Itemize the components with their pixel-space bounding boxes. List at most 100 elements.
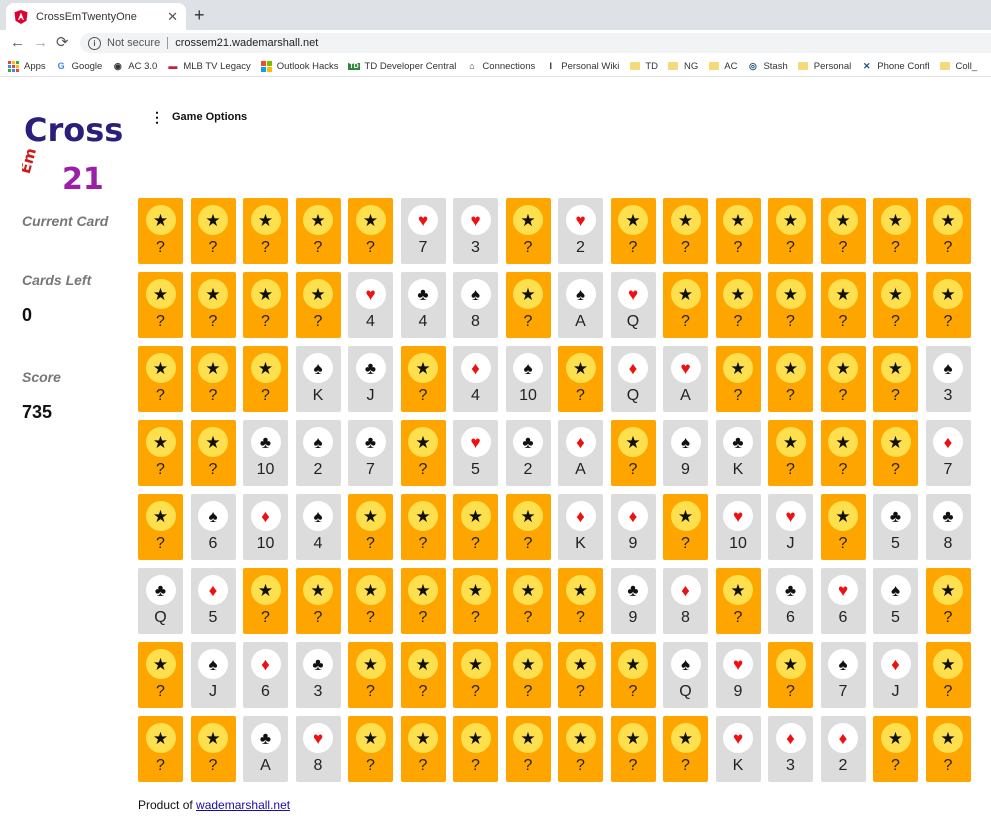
bookmark-item[interactable]: ▬ MLB TV Legacy [167, 61, 250, 72]
hidden-card[interactable]: ★? [453, 716, 498, 782]
hidden-card[interactable]: ★? [138, 346, 183, 412]
hidden-card[interactable]: ★? [138, 642, 183, 708]
revealed-card[interactable]: ♣ 7 [348, 420, 393, 486]
hidden-card[interactable]: ★? [873, 272, 918, 338]
hidden-card[interactable]: ★? [610, 716, 656, 782]
revealed-card[interactable]: ♥ 6 [820, 568, 866, 634]
revealed-card[interactable]: ♥ 8 [295, 716, 341, 782]
hidden-card[interactable]: ★? [820, 272, 866, 338]
revealed-card[interactable]: ♠ Q [663, 642, 708, 708]
hidden-card[interactable]: ★? [610, 642, 656, 708]
revealed-card[interactable]: ♦ A [558, 420, 603, 486]
revealed-card[interactable]: ♦ 3 [768, 716, 813, 782]
hidden-card[interactable]: ★? [768, 198, 813, 264]
bookmark-item[interactable]: NG [668, 61, 698, 72]
hidden-card[interactable]: ★? [715, 272, 761, 338]
bookmark-item[interactable]: ✕ Phone Confl [861, 61, 930, 72]
revealed-card[interactable]: ♣ 9 [610, 568, 656, 634]
revealed-card[interactable]: ♥ A [663, 346, 708, 412]
bookmark-item[interactable]: Coll_ [940, 61, 977, 72]
bookmark-item[interactable]: TD [629, 61, 658, 72]
revealed-card[interactable]: ♦ 9 [610, 494, 656, 560]
bookmark-item[interactable]: Personal [798, 61, 851, 72]
browser-tab[interactable]: CrossEmTwentyOne ✕ [6, 3, 186, 30]
hidden-card[interactable]: ★? [820, 494, 866, 560]
hidden-card[interactable]: ★? [295, 198, 341, 264]
revealed-card[interactable]: ♥ 7 [400, 198, 446, 264]
hidden-card[interactable]: ★? [715, 568, 761, 634]
revealed-card[interactable]: ♦ 10 [243, 494, 288, 560]
close-tab-icon[interactable]: ✕ [167, 9, 178, 25]
hidden-card[interactable]: ★? [400, 568, 446, 634]
hidden-card[interactable]: ★? [138, 272, 183, 338]
hidden-card[interactable]: ★? [768, 272, 813, 338]
hidden-card[interactable]: ★? [348, 198, 393, 264]
hidden-card[interactable]: ★? [820, 346, 866, 412]
bookmark-item[interactable]: AC [708, 61, 737, 72]
hidden-card[interactable]: ★? [663, 716, 708, 782]
hidden-card[interactable]: ★? [505, 198, 551, 264]
hidden-card[interactable]: ★? [400, 494, 446, 560]
revealed-card[interactable]: ♠ 2 [295, 420, 341, 486]
game-options-menu[interactable]: ⋮ Game Options [150, 110, 247, 124]
hidden-card[interactable]: ★? [558, 642, 603, 708]
bookmark-item[interactable]: I Personal Wiki [545, 61, 619, 72]
hidden-card[interactable]: ★? [768, 346, 813, 412]
hidden-card[interactable]: ★? [925, 198, 971, 264]
hidden-card[interactable]: ★? [505, 272, 551, 338]
revealed-card[interactable]: ♦ 4 [453, 346, 498, 412]
bookmark-item[interactable]: TD TD Developer Central [348, 61, 456, 72]
revealed-card[interactable]: ♣ 4 [400, 272, 446, 338]
hidden-card[interactable]: ★? [925, 272, 971, 338]
revealed-card[interactable]: ♣ J [348, 346, 393, 412]
revealed-card[interactable]: ♣ 10 [243, 420, 288, 486]
hidden-card[interactable]: ★? [453, 568, 498, 634]
hidden-card[interactable]: ★? [768, 642, 813, 708]
hidden-card[interactable]: ★? [768, 420, 813, 486]
hidden-card[interactable]: ★? [190, 716, 236, 782]
hidden-card[interactable]: ★? [505, 568, 551, 634]
revealed-card[interactable]: ♦ 2 [820, 716, 866, 782]
hidden-card[interactable]: ★? [453, 642, 498, 708]
hidden-card[interactable]: ★? [295, 272, 341, 338]
revealed-card[interactable]: ♣ 3 [295, 642, 341, 708]
footer-link[interactable]: wademarshall.net [196, 798, 290, 812]
hidden-card[interactable]: ★? [243, 568, 288, 634]
forward-icon[interactable]: → [33, 34, 48, 52]
bookmark-item[interactable]: Outlook Hacks [260, 60, 339, 72]
hidden-card[interactable]: ★? [190, 272, 236, 338]
hidden-card[interactable]: ★? [138, 198, 183, 264]
hidden-card[interactable]: ★? [558, 346, 603, 412]
new-tab-button[interactable]: + [194, 4, 205, 26]
hidden-card[interactable]: ★? [873, 420, 918, 486]
hidden-card[interactable]: ★? [505, 642, 551, 708]
revealed-card[interactable]: ♠ 4 [295, 494, 341, 560]
hidden-card[interactable]: ★? [873, 716, 918, 782]
revealed-card[interactable]: ♥ 9 [715, 642, 761, 708]
hidden-card[interactable]: ★? [190, 198, 236, 264]
hidden-card[interactable]: ★? [925, 568, 971, 634]
omnibox[interactable]: i Not secure crossem21.wademarshall.net [80, 33, 991, 53]
revealed-card[interactable]: ♥ 2 [558, 198, 603, 264]
revealed-card[interactable]: ♥ Q [610, 272, 656, 338]
hidden-card[interactable]: ★? [400, 716, 446, 782]
revealed-card[interactable]: ♠ 3 [925, 346, 971, 412]
hidden-card[interactable]: ★? [715, 346, 761, 412]
hidden-card[interactable]: ★? [138, 494, 183, 560]
revealed-card[interactable]: ♠ 7 [820, 642, 866, 708]
hidden-card[interactable]: ★? [820, 420, 866, 486]
revealed-card[interactable]: ♣ 5 [873, 494, 918, 560]
hidden-card[interactable]: ★? [873, 198, 918, 264]
hidden-card[interactable]: ★? [190, 346, 236, 412]
revealed-card[interactable]: ♥ 4 [348, 272, 393, 338]
revealed-card[interactable]: ♥ J [768, 494, 813, 560]
bookmark-item[interactable]: G Google [56, 61, 103, 72]
revealed-card[interactable]: ♦ 7 [925, 420, 971, 486]
hidden-card[interactable]: ★? [400, 346, 446, 412]
hidden-card[interactable]: ★? [348, 494, 393, 560]
hidden-card[interactable]: ★? [138, 420, 183, 486]
hidden-card[interactable]: ★? [348, 642, 393, 708]
hidden-card[interactable]: ★? [925, 716, 971, 782]
revealed-card[interactable]: ♥ 10 [715, 494, 761, 560]
hidden-card[interactable]: ★? [505, 494, 551, 560]
